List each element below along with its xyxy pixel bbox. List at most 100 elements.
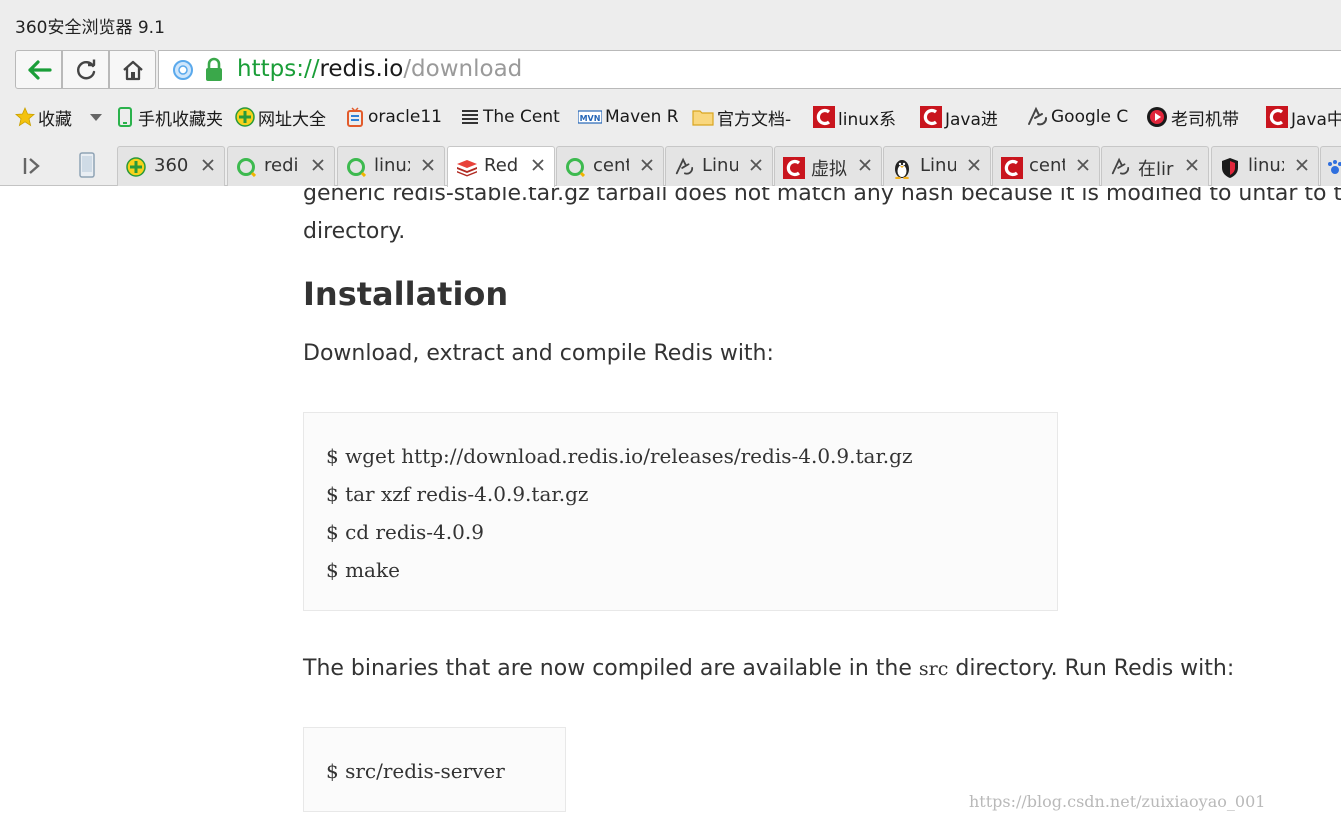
url-host: redis.io [319, 56, 404, 82]
bookmark-label: Java中 [1291, 109, 1341, 130]
tab-virtual[interactable]: 虚拟 [774, 146, 882, 186]
code-line: $ tar xzf redis-4.0.9.tar.gz [326, 482, 589, 506]
tab-linux-1[interactable]: linux [337, 146, 445, 186]
close-icon[interactable] [1184, 157, 1200, 173]
bookmark-360-nav[interactable]: 网址大全 [235, 104, 326, 130]
chevron-down-icon[interactable] [90, 114, 102, 122]
csdn-icon [813, 106, 835, 128]
loading-icon [566, 158, 585, 177]
bookmark-favorites[interactable]: 收藏 [15, 104, 72, 130]
tab-linux-2[interactable]: linux [1211, 146, 1319, 186]
tab-label: linux [1248, 155, 1284, 176]
bookmark-label: 手机收藏夹 [138, 109, 223, 130]
360-icon [235, 107, 255, 127]
close-icon[interactable] [966, 157, 982, 173]
code-line: $ wget http://download.redis.io/releases… [326, 444, 913, 468]
bookmark-label: 官方文档- [717, 109, 792, 130]
tab-redis-1[interactable]: redi [227, 146, 335, 186]
shield-icon [1222, 158, 1238, 178]
download-instructions: Download, extract and compile Redis with… [303, 341, 774, 366]
svg-text:MVN: MVN [580, 114, 601, 123]
tab-in-linux[interactable]: 在lir [1101, 146, 1209, 186]
close-icon[interactable] [639, 157, 655, 173]
phone-icon [118, 107, 132, 127]
video-icon [1147, 107, 1167, 127]
bookmark-maven[interactable]: MVN Maven R [578, 104, 679, 130]
nav-toolbar: https://redis.io/download [0, 48, 1341, 92]
bookmark-google-c[interactable]: Google C [1026, 104, 1128, 130]
install-code-block: $ wget http://download.redis.io/releases… [303, 412, 1058, 611]
tab-overflow[interactable] [1320, 146, 1341, 186]
tab-label: redi [264, 155, 299, 176]
tab-cent-2[interactable]: cent [992, 146, 1100, 186]
code-line: $ src/redis-server [326, 759, 505, 783]
close-icon[interactable] [1294, 157, 1310, 173]
close-icon[interactable] [420, 157, 436, 173]
bookmark-java-advanced[interactable]: Java进 [920, 104, 998, 130]
tab-360[interactable]: 360 [117, 146, 225, 186]
back-button[interactable] [15, 50, 62, 89]
bookmark-linux-series[interactable]: linux系 [813, 104, 896, 130]
bookmark-label: 老司机带 [1171, 109, 1239, 130]
close-icon[interactable] [310, 157, 326, 173]
close-icon[interactable] [200, 157, 216, 173]
mobile-device-icon[interactable] [78, 152, 96, 178]
tab-label: linux [374, 155, 410, 176]
inline-code-src: src [918, 658, 949, 680]
bookmark-oracle[interactable]: oracle11 [345, 104, 442, 130]
close-icon[interactable] [748, 157, 764, 173]
csdn-icon [920, 106, 942, 128]
doc-icon [462, 110, 478, 124]
star-icon [15, 107, 35, 127]
cnblogs-icon [1028, 106, 1047, 126]
bookmark-label: The Cent [483, 107, 560, 127]
bookmark-label: linux系 [838, 109, 897, 130]
installation-heading: Installation [303, 275, 509, 313]
csdn-icon [1001, 157, 1023, 179]
bookmark-mobile[interactable]: 手机收藏夹 [115, 104, 223, 130]
sidebar-toggle-icon[interactable] [22, 156, 42, 176]
bookmark-label: 网址大全 [258, 109, 326, 130]
csdn-icon [783, 157, 805, 179]
bookmark-label: Java进 [945, 109, 998, 130]
tab-label: cent [1029, 155, 1065, 176]
address-bar[interactable]: https://redis.io/download [158, 50, 1341, 89]
url-scheme: https:// [237, 56, 320, 82]
close-icon[interactable] [530, 157, 546, 173]
paragraph-cut-line: generic redis-stable.tar.gz tarball does… [303, 187, 1341, 206]
tab-label: Red [484, 155, 519, 176]
tab-label: cent [593, 155, 629, 176]
bookmarks-bar: 收藏 手机收藏夹 网址大全 oracle11 The Cent MVN Mave… [0, 92, 1341, 142]
tab-cent-1[interactable]: cent [556, 146, 664, 186]
paragraph-directory: directory. [303, 219, 406, 244]
oracle-icon [347, 107, 363, 127]
bookmark-the-cent[interactable]: The Cent [460, 104, 560, 130]
close-icon[interactable] [857, 157, 873, 173]
bookmark-official-docs[interactable]: 官方文档- [692, 104, 791, 130]
tab-label: 在lir [1138, 159, 1174, 180]
reload-icon [76, 59, 95, 79]
bookmark-java-zh[interactable]: Java中 [1266, 104, 1341, 130]
tab-linu-1[interactable]: Linu [665, 146, 773, 186]
run-code-block: $ src/redis-server [303, 727, 566, 812]
cnblogs-icon [1111, 157, 1130, 175]
lock-icon [206, 57, 222, 81]
window-title: 360安全浏览器 9.1 [15, 18, 165, 38]
binaries-text-after: directory. Run Redis with: [948, 656, 1235, 681]
tab-label: 虚拟 [811, 159, 847, 180]
close-icon[interactable] [1075, 157, 1091, 173]
paw-icon [1328, 160, 1341, 174]
bookmark-label: Maven R [605, 107, 679, 127]
bookmark-old-driver[interactable]: 老司机带 [1146, 104, 1239, 130]
url-text[interactable]: https://redis.io/download [237, 56, 522, 82]
tab-redis-active[interactable]: Red [447, 146, 555, 187]
tab-linu-2[interactable]: Linu [883, 146, 991, 186]
home-button[interactable] [109, 50, 156, 89]
tab-label: Linu [702, 155, 738, 176]
home-icon [122, 60, 143, 80]
site-info-icon [173, 60, 193, 80]
tab-label: 360 [154, 155, 189, 176]
reload-button[interactable] [62, 50, 109, 89]
back-arrow-icon [27, 59, 52, 80]
mvn-icon: MVN [578, 110, 602, 124]
